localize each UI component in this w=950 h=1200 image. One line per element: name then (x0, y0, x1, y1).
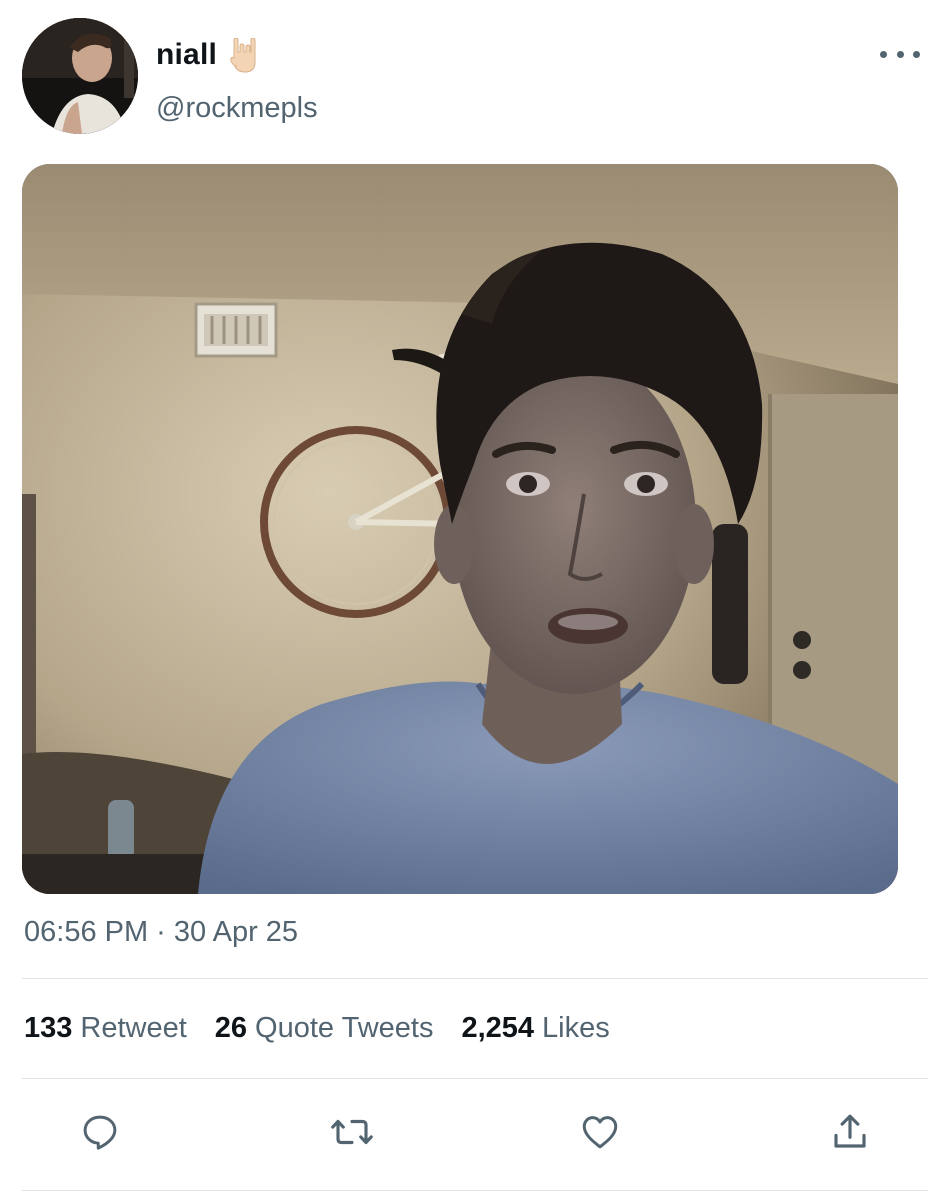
tweet-stats: 133 Retweet 26 Quote Tweets 2,254 Likes (24, 1012, 610, 1045)
divider (22, 1190, 928, 1191)
retweet-icon (331, 1119, 373, 1145)
reply-button[interactable] (76, 1108, 124, 1156)
likes-stat[interactable]: 2,254 Likes (461, 1012, 609, 1045)
more-dot-icon (880, 50, 887, 58)
retweets-label: Retweet (80, 1012, 187, 1044)
avatar[interactable] (22, 18, 138, 134)
reply-icon (83, 1115, 117, 1150)
rock-hand-emoji-icon (228, 37, 260, 74)
tweet-media-photo[interactable] (22, 164, 898, 894)
likes-count: 2,254 (461, 1012, 535, 1044)
share-icon (834, 1114, 866, 1148)
likes-label: Likes (542, 1012, 610, 1044)
like-button[interactable] (576, 1108, 624, 1156)
heart-icon (582, 1116, 618, 1149)
tweet-timestamp[interactable]: 06:56 PM · 30 Apr 25 (24, 916, 298, 949)
display-name[interactable]: niall (156, 38, 217, 72)
divider (22, 978, 928, 979)
more-dot-icon (913, 50, 920, 58)
share-button[interactable] (826, 1108, 874, 1156)
more-dot-icon (896, 50, 904, 58)
divider (22, 1078, 928, 1079)
quote-tweets-count: 26 (214, 1012, 248, 1044)
quote-tweets-stat[interactable]: 26 Quote Tweets (215, 1012, 434, 1045)
retweets-stat[interactable]: 133 Retweet (24, 1012, 187, 1045)
user-handle[interactable]: @rockmepls (156, 92, 318, 125)
tweet: niall @rockmepls 06:56 PM · 30 Apr 25 13… (0, 0, 950, 1200)
quote-tweets-label: Quote Tweets (255, 1012, 434, 1044)
retweet-button[interactable] (328, 1108, 376, 1156)
more-options-button[interactable] (880, 42, 920, 66)
retweets-count: 133 (24, 1012, 73, 1044)
